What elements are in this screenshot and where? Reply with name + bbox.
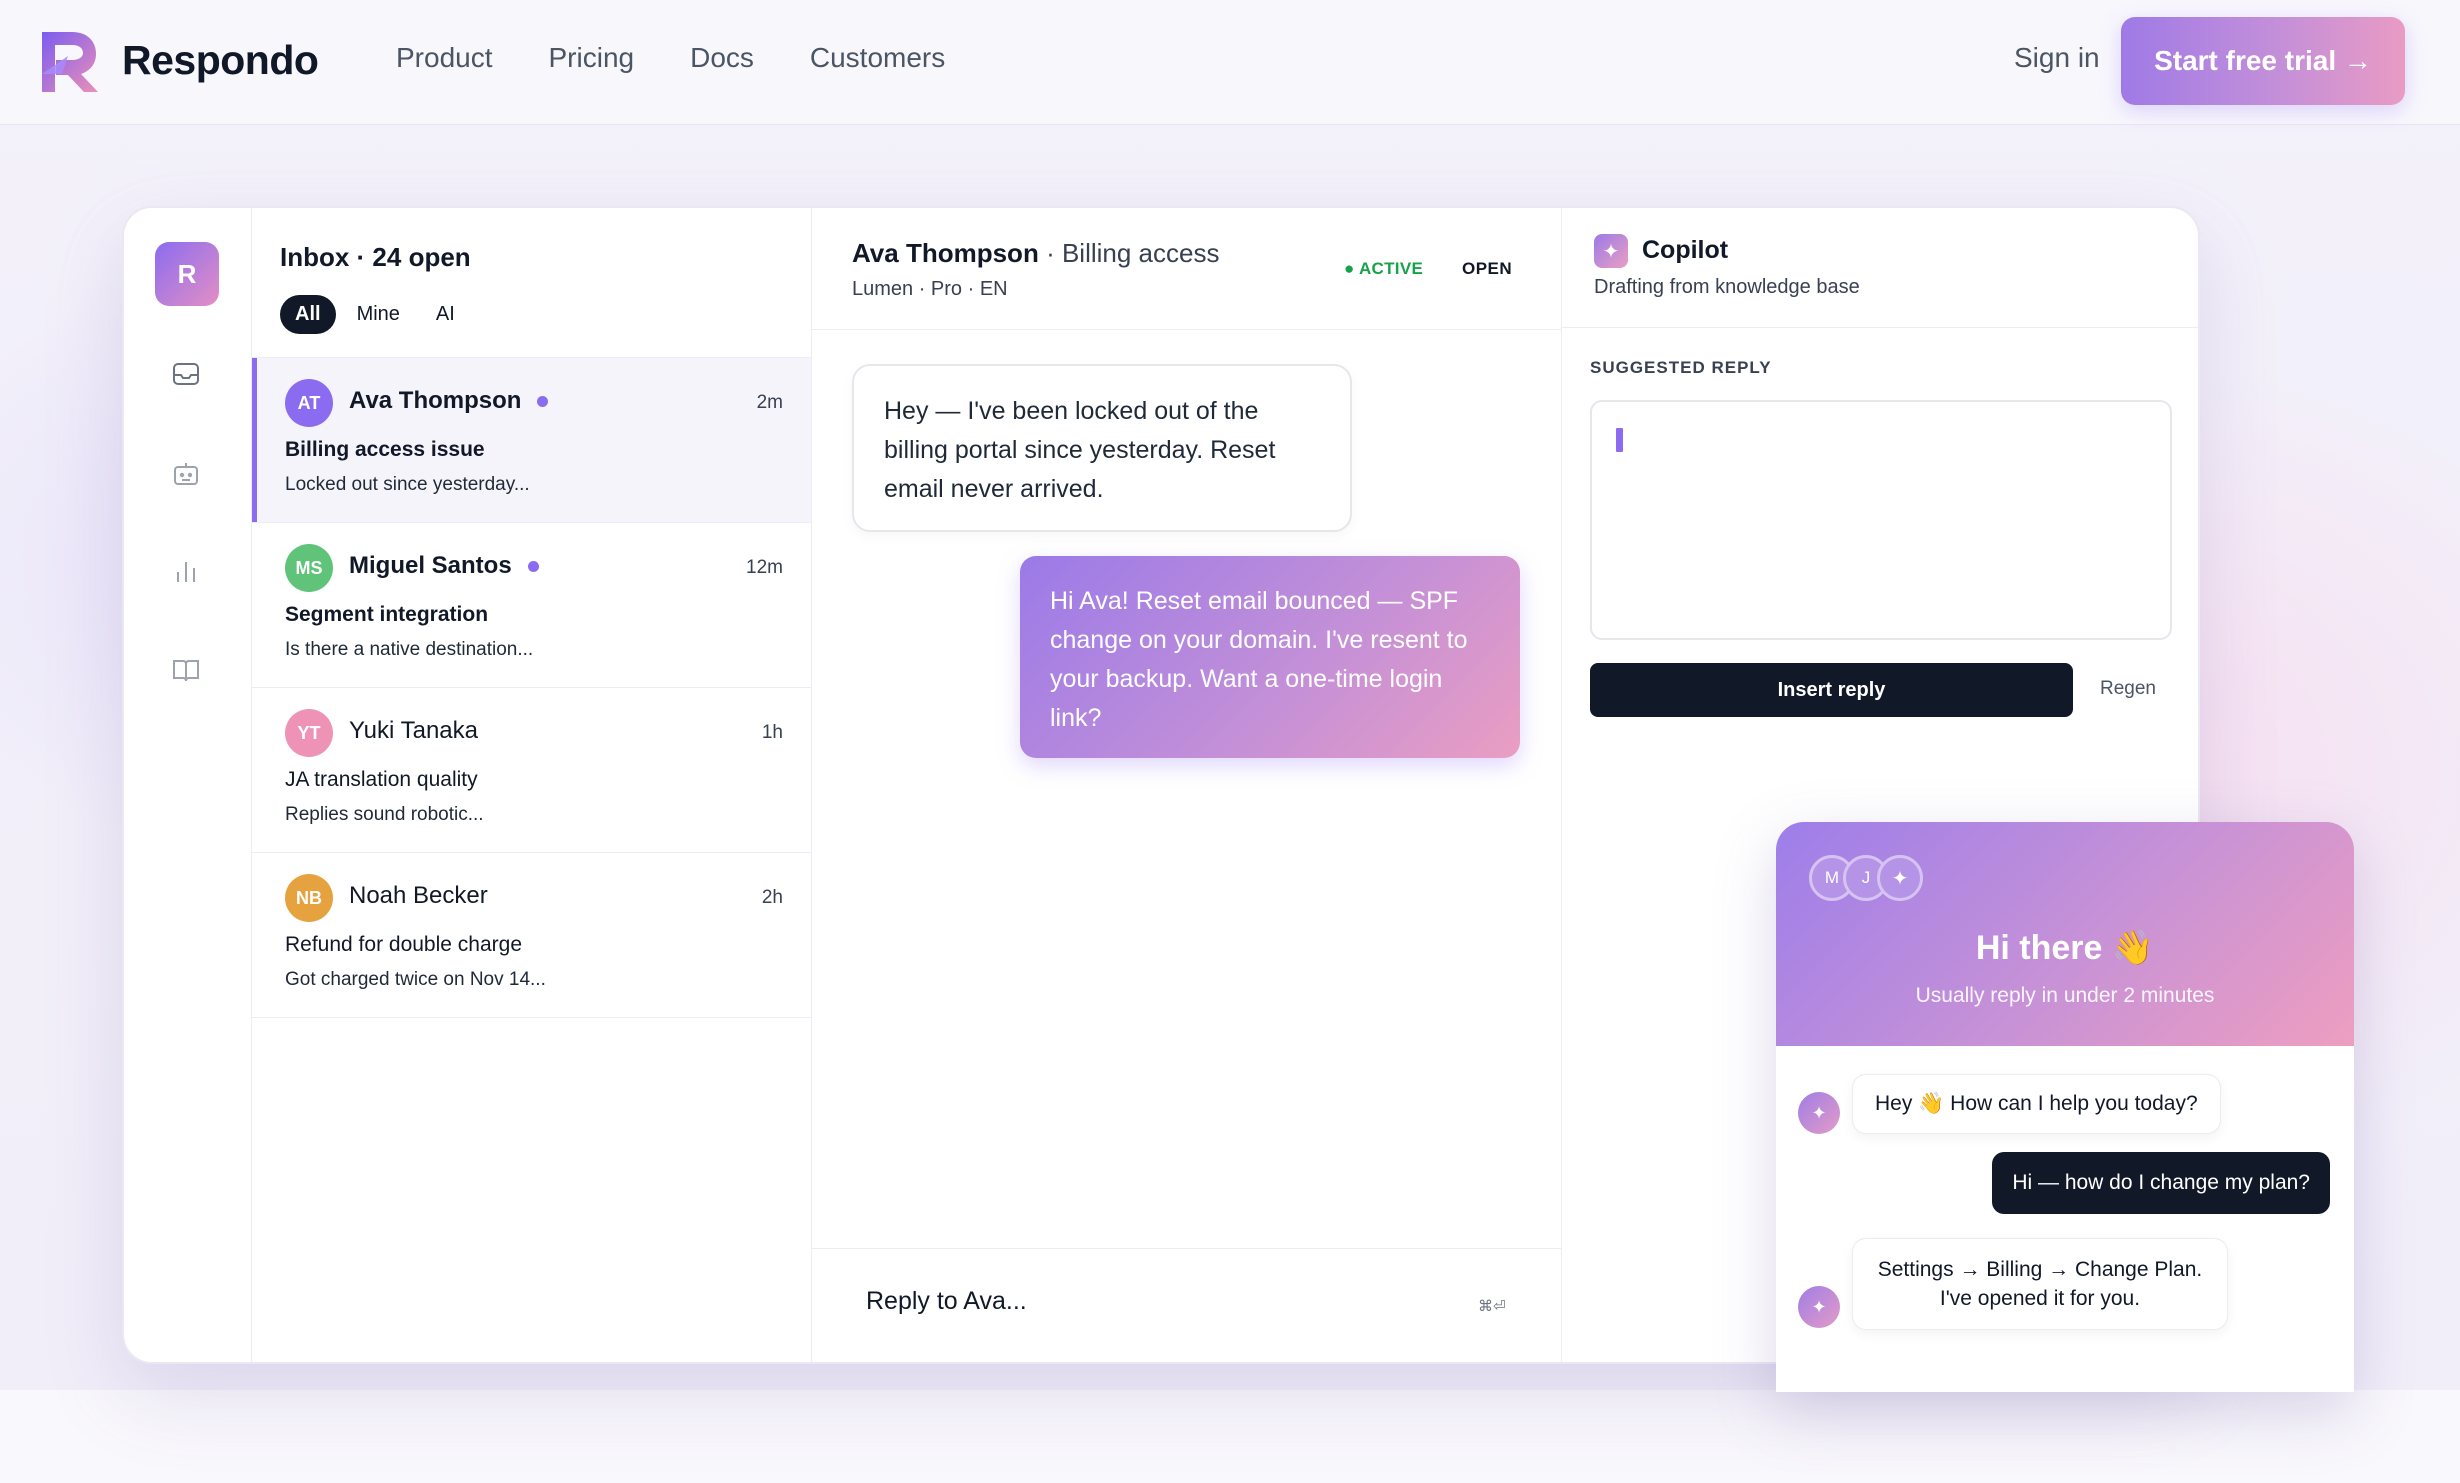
- outgoing-message: Hi Ava! Reset email bounced — SPF change…: [1020, 556, 1520, 758]
- nav-link-customers[interactable]: Customers: [810, 42, 945, 74]
- filter-mine[interactable]: Mine: [342, 295, 415, 334]
- avatar: YT: [285, 709, 333, 757]
- nav-link-pricing[interactable]: Pricing: [549, 42, 635, 74]
- avatar: NB: [285, 874, 333, 922]
- brand-logo[interactable]: Respondo: [36, 26, 319, 94]
- workspace-logo[interactable]: R: [155, 242, 219, 306]
- unread-dot-icon: [537, 395, 549, 407]
- analytics-icon[interactable]: [170, 556, 202, 588]
- contact-name: Yuki Tanaka: [349, 717, 478, 744]
- contact-name: Ava Thompson: [349, 387, 522, 414]
- conversation-subject: Refund for double charge: [285, 933, 522, 956]
- conversation-subject: Billing access issue: [285, 438, 485, 461]
- widget-header: M J ✦ Hi there 👋 Usually reply in under …: [1776, 822, 2354, 1046]
- sign-in-link[interactable]: Sign in: [2014, 42, 2100, 74]
- contact-name: Miguel Santos: [349, 552, 512, 579]
- widget-greeting: Hi there 👋: [1975, 929, 2155, 967]
- icon-rail: R: [124, 208, 252, 1362]
- filter-ai[interactable]: AI: [421, 295, 470, 334]
- inbox-title: Inbox · 24 open: [280, 242, 471, 272]
- bot-message-line: I've opened it for you.: [1939, 1287, 2141, 1310]
- nav-link-docs[interactable]: Docs: [690, 42, 754, 74]
- conversation-time: 12m: [746, 557, 783, 578]
- page-bottom-band: [0, 1390, 2460, 1483]
- customer-meta: Lumen · Pro · EN: [852, 278, 1008, 300]
- top-nav: Respondo Product Pricing Docs Customers …: [0, 0, 2460, 125]
- reply-composer: ⌘⏎: [812, 1248, 1561, 1362]
- insert-reply-button[interactable]: Insert reply: [1590, 663, 2073, 717]
- conversation-name-row: Noah Becker: [349, 882, 488, 910]
- reply-input[interactable]: [866, 1287, 1426, 1316]
- bot-sparkle-icon: ✦: [1798, 1286, 1840, 1328]
- conversation-item-miguel-santos[interactable]: MS Miguel Santos 12m Segment integration…: [252, 523, 811, 688]
- nav-links: Product Pricing Docs Customers: [396, 42, 945, 74]
- user-message: Hi — how do I change my plan?: [1992, 1152, 2330, 1214]
- inbox-filters: All Mine AI: [280, 295, 811, 334]
- bot-message: Hey 👋 How can I help you today?: [1852, 1074, 2221, 1134]
- bot-icon[interactable]: [170, 458, 202, 490]
- respondo-logo-icon: [42, 32, 98, 92]
- conversation-preview: Got charged twice on Nov 14...: [285, 969, 546, 990]
- bot-message-line: Settings → Billing → Change Plan.: [1877, 1258, 2203, 1281]
- regen-button[interactable]: Regen: [2100, 678, 2156, 700]
- conversation-preview: Is there a native destination...: [285, 639, 534, 660]
- nav-link-product[interactable]: Product: [396, 42, 493, 74]
- conversation-time: 2h: [761, 887, 783, 908]
- conversation-preview: Replies sound robotic...: [285, 804, 484, 825]
- conversation-name-row: Miguel Santos: [349, 552, 539, 580]
- conversation-header: Ava Thompson · Billing access Lumen · Pr…: [812, 208, 1561, 330]
- unread-dot-icon: [527, 560, 539, 572]
- send-shortcut-hint: ⌘⏎: [1478, 1297, 1506, 1315]
- copilot-title: Copilot: [1642, 236, 1729, 264]
- copilot-subtitle: Drafting from knowledge base: [1594, 276, 1860, 298]
- bot-message: Settings → Billing → Change Plan. I've o…: [1852, 1238, 2228, 1330]
- bot-sparkle-icon: ✦: [1798, 1092, 1840, 1134]
- start-free-trial-button[interactable]: Start free trial →: [2121, 17, 2405, 105]
- inbox-icon[interactable]: [170, 358, 202, 390]
- suggested-reply-box[interactable]: [1590, 400, 2172, 640]
- contact-name: Noah Becker: [349, 882, 488, 909]
- avatar: AT: [285, 379, 333, 427]
- active-status-badge: ● ACTIVE: [1344, 259, 1424, 278]
- conversation-name-row: Ava Thompson: [349, 387, 549, 415]
- conversation-panel: Ava Thompson · Billing access Lumen · Pr…: [812, 208, 1562, 1362]
- typing-caret: [1616, 428, 1623, 452]
- conversation-list-panel: Inbox · 24 open All Mine AI AT Ava Thomp…: [252, 208, 812, 1362]
- conversation-preview: Locked out since yesterday...: [285, 474, 530, 495]
- conversation-topic: · Billing access: [1046, 238, 1220, 268]
- incoming-message: Hey — I've been locked out of the billin…: [852, 364, 1352, 532]
- conversation-subject: Segment integration: [285, 603, 489, 626]
- filter-all[interactable]: All: [280, 295, 336, 334]
- customer-name: Ava Thompson: [852, 238, 1039, 268]
- avatar: MS: [285, 544, 333, 592]
- conversation-item-ava-thompson[interactable]: AT Ava Thompson 2m Billing access issue …: [252, 358, 811, 523]
- conversation-state-badge[interactable]: OPEN: [1462, 259, 1512, 279]
- widget-response-time: Usually reply in under 2 minutes: [1915, 984, 2215, 1007]
- conversation-item-noah-becker[interactable]: NB Noah Becker 2h Refund for double char…: [252, 853, 811, 1018]
- inbox-header: Inbox · 24 open All Mine AI: [252, 208, 811, 358]
- bot-avatar-icon: ✦: [1877, 855, 1923, 901]
- conversation-title: Ava Thompson · Billing access: [852, 238, 1219, 269]
- conversation-time: 2m: [756, 392, 783, 413]
- chat-widget: M J ✦ Hi there 👋 Usually reply in under …: [1776, 822, 2354, 1392]
- brand-name: Respondo: [122, 36, 319, 83]
- conversation-item-yuki-tanaka[interactable]: YT Yuki Tanaka 1h JA translation quality…: [252, 688, 811, 853]
- conversation-time: 1h: [761, 722, 783, 743]
- conversation-name-row: Yuki Tanaka: [349, 717, 478, 745]
- knowledge-book-icon[interactable]: [170, 654, 202, 686]
- copilot-header: ✦ Copilot Drafting from knowledge base: [1562, 208, 2198, 328]
- conversation-subject: JA translation quality: [285, 768, 478, 791]
- sparkle-icon: ✦: [1594, 234, 1628, 268]
- suggested-reply-label: SUGGESTED REPLY: [1590, 358, 1772, 377]
